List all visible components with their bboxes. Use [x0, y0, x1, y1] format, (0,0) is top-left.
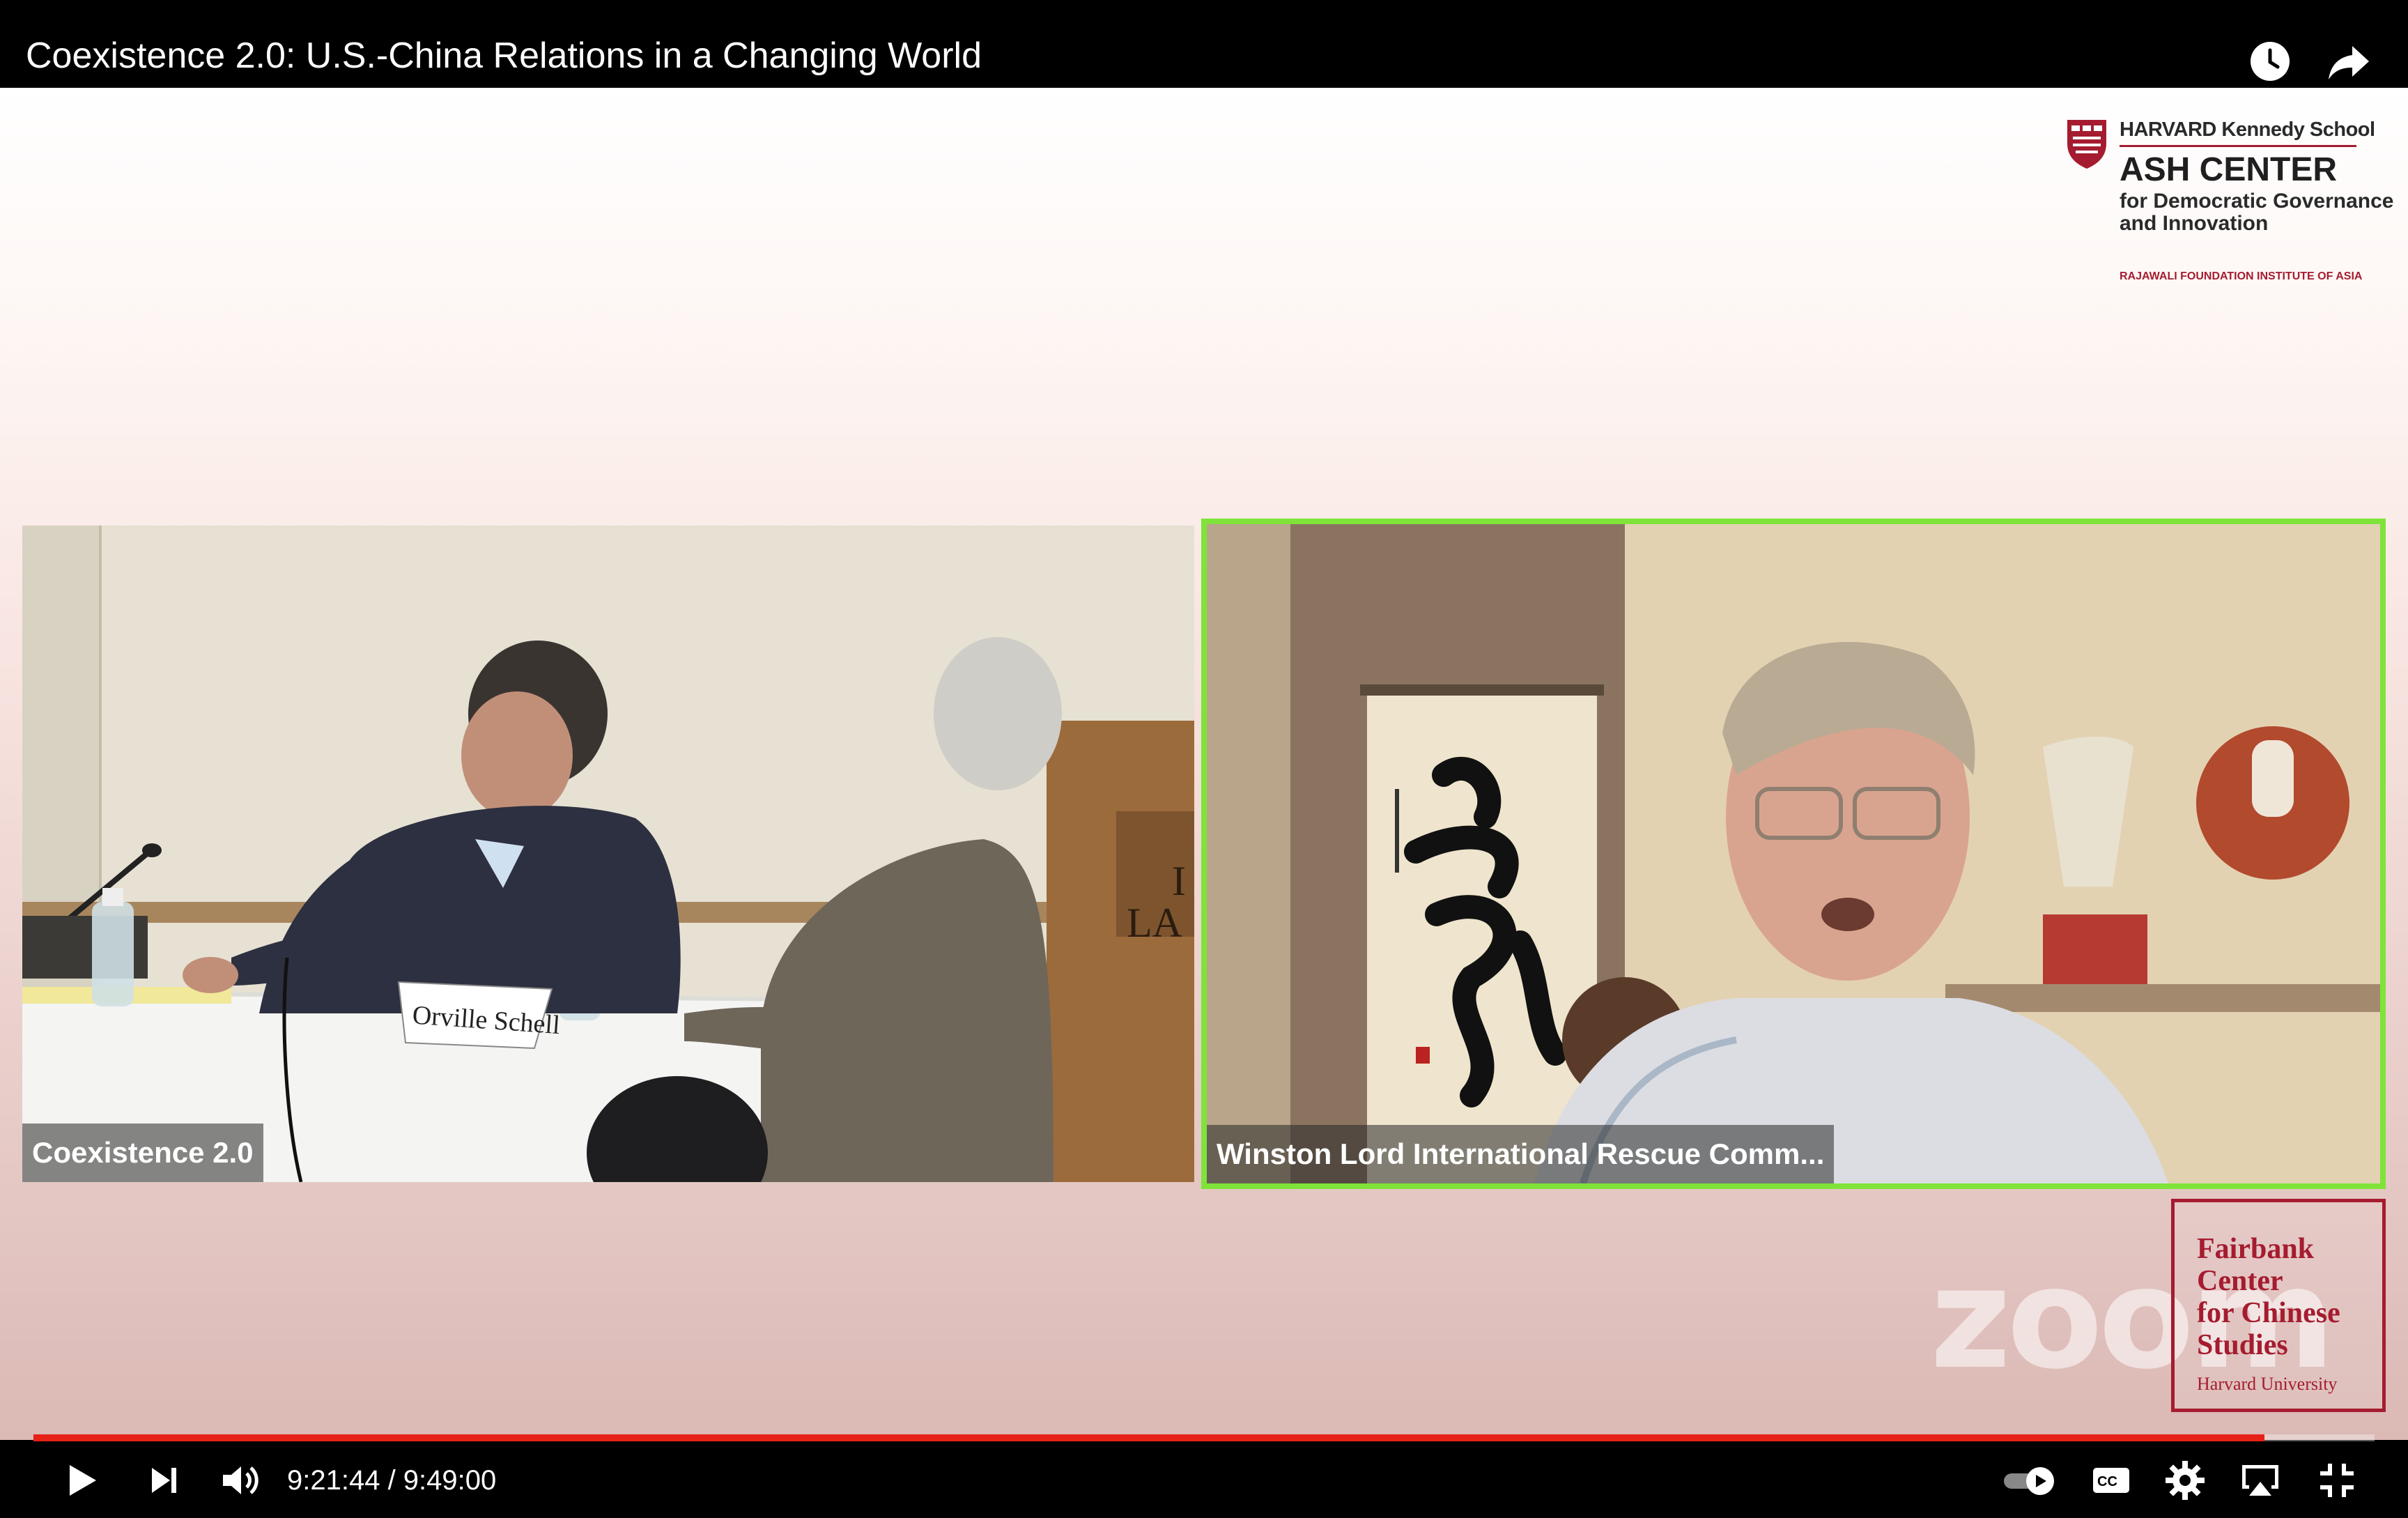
- time-display: 9:21:44 / 9:49:00: [287, 1465, 497, 1496]
- gear-icon[interactable]: [2160, 1455, 2210, 1505]
- fairbank-line-4: Studies: [2197, 1329, 2288, 1361]
- fairbank-center-logo: Fairbank Center for Chinese Studies Harv…: [2171, 1199, 2386, 1412]
- svg-text:CC: CC: [2097, 1474, 2117, 1489]
- title-bar: Coexistence 2.0: U.S.-China Relations in…: [0, 0, 2408, 88]
- hks-school-name: HARVARD Kennedy School: [2120, 118, 2375, 141]
- logo-divider: [2120, 145, 2356, 147]
- next-icon[interactable]: [139, 1455, 190, 1505]
- share-arrow-icon[interactable]: [2324, 36, 2375, 86]
- speaker-room-scene: [1207, 524, 2380, 1183]
- podium-text-2: LA: [1127, 900, 1182, 946]
- participant-label-panel: Coexistence 2.0: [22, 1124, 263, 1182]
- progress-bar-played: [33, 1434, 2265, 1441]
- zoom-tile-active-speaker: Winston Lord International Rescue Comm..…: [1201, 519, 2386, 1189]
- fairbank-university: Harvard University: [2197, 1374, 2338, 1394]
- rajawali-institute-name: RAJAWALI FOUNDATION INSTITUTE OF ASIA: [2120, 270, 2363, 282]
- play-icon[interactable]: [56, 1455, 106, 1505]
- progress-bar[interactable]: [33, 1434, 2375, 1441]
- fairbank-line-1: Fairbank: [2197, 1233, 2315, 1265]
- exit-fullscreen-icon[interactable]: [2312, 1455, 2362, 1505]
- panel-room-scene: Orville Schell I LA: [22, 526, 1194, 1182]
- participant-label-speaker: Winston Lord International Rescue Comm..…: [1207, 1125, 1835, 1183]
- player-controls: 9:21:44 / 9:49:00 CC: [0, 1441, 2408, 1518]
- zoom-tile-panel: Orville Schell I LA Coexistence 2.0: [22, 526, 1194, 1182]
- ash-center-subtitle-1: for Democratic Governance: [2120, 190, 2394, 213]
- autoplay-toggle[interactable]: [2001, 1455, 2064, 1505]
- hks-ash-center-logo: HARVARD Kennedy School ASH CENTER for De…: [2062, 116, 2394, 283]
- fairbank-line-2: Center: [2197, 1265, 2283, 1297]
- video-title[interactable]: Coexistence 2.0: U.S.-China Relations in…: [26, 35, 982, 77]
- clock-icon[interactable]: [2245, 36, 2295, 86]
- ash-center-name: ASH CENTER: [2120, 151, 2338, 188]
- video-player[interactable]: HARVARD Kennedy School ASH CENTER for De…: [0, 88, 2408, 1440]
- fairbank-line-3: for Chinese: [2197, 1297, 2340, 1329]
- airplay-icon[interactable]: [2235, 1455, 2285, 1505]
- volume-icon[interactable]: [215, 1455, 265, 1505]
- podium-text-1: I: [1172, 858, 1186, 904]
- captions-icon[interactable]: CC: [2086, 1455, 2136, 1505]
- ash-center-subtitle-2: and Innovation: [2120, 212, 2269, 235]
- harvard-shield-icon: [2067, 120, 2106, 169]
